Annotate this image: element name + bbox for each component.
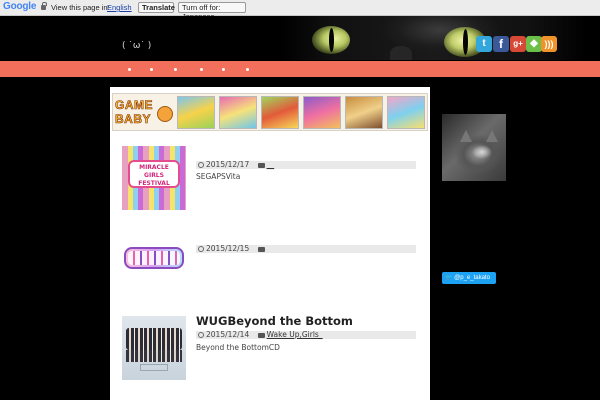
post-date: 2015/12/17	[206, 160, 250, 169]
google-translate-bar: Google View this page in: English Transl…	[0, 0, 600, 21]
folder-icon	[257, 247, 265, 252]
ad-game-thumb[interactable]	[219, 96, 257, 129]
post-thumbnail[interactable]	[122, 316, 186, 380]
ad-banner[interactable]: GAME BABY	[112, 93, 428, 131]
folder-icon	[257, 163, 265, 168]
post-thumbnail[interactable]	[122, 229, 186, 293]
post-thumbnail[interactable]: MIRACLE GIRLS FESTIVAL	[122, 146, 186, 210]
lock-icon	[41, 2, 47, 10]
nav-item-4[interactable]	[200, 68, 203, 71]
nav-item-3[interactable]	[174, 68, 177, 71]
nav-item-6[interactable]	[246, 68, 249, 71]
nav-item-1[interactable]	[128, 68, 131, 71]
post-excerpt: Beyond the BottomCD	[196, 343, 280, 352]
post-date: 2015/12/14	[206, 330, 250, 339]
twitter-bird-icon: 🐦	[445, 275, 453, 281]
clock-icon	[198, 246, 204, 252]
site-header: t f g+ ◆ )))	[0, 16, 600, 60]
post-meta: 2015/12/15	[196, 245, 416, 253]
twitter-icon[interactable]: t	[476, 36, 492, 52]
post-category[interactable]: __	[267, 160, 275, 169]
post-excerpt: SEGAPSVita	[196, 172, 241, 181]
translate-message: View this page in:	[51, 3, 110, 12]
post-meta: 2015/12/14 Wake Up,Girls_	[196, 331, 416, 339]
facebook-icon[interactable]: f	[493, 36, 509, 52]
ad-game-thumb[interactable]	[177, 96, 215, 129]
translate-button[interactable]: Translate	[138, 2, 175, 13]
site-title[interactable]: ( ˙ω˙ )	[122, 41, 151, 51]
clock-icon	[198, 332, 204, 338]
google-logo: Google	[3, 1, 37, 12]
post-title[interactable]: WUGBeyond the Bottom	[196, 314, 353, 328]
twitter-follow-button[interactable]: 🐦 @p_e_takato	[442, 272, 496, 284]
rss-icon[interactable]: )))	[541, 36, 557, 52]
nav-item-5[interactable]	[222, 68, 225, 71]
clock-icon	[198, 162, 204, 168]
nav-item-2[interactable]	[150, 68, 153, 71]
nav-bar	[0, 61, 600, 77]
feedly-icon[interactable]: ◆	[526, 36, 542, 52]
cat-nose	[390, 46, 412, 60]
follow-handle: @p_e_takato	[454, 275, 490, 281]
ad-game-thumb[interactable]	[345, 96, 383, 129]
cat-eye-left	[312, 26, 350, 54]
game-baby-logo: GAME BABY	[113, 96, 175, 130]
google-plus-icon[interactable]: g+	[510, 36, 526, 52]
main-content: GAME BABY MIRACLE GIRLS FESTIVAL 2015/12…	[110, 87, 430, 400]
language-dropdown[interactable]: English	[107, 3, 132, 12]
ad-game-thumb[interactable]	[303, 96, 341, 129]
sidebar-cat-photo	[442, 114, 506, 181]
post-date: 2015/12/15	[206, 244, 250, 253]
bear-icon	[157, 106, 173, 122]
ad-game-thumb[interactable]	[261, 96, 299, 129]
post-meta: 2015/12/17 __	[196, 161, 416, 169]
folder-icon	[257, 333, 265, 338]
post-category[interactable]: Wake Up,Girls_	[267, 330, 323, 339]
ad-game-thumb[interactable]	[387, 96, 425, 129]
turn-off-button[interactable]: Turn off for: Japanese	[178, 2, 246, 21]
